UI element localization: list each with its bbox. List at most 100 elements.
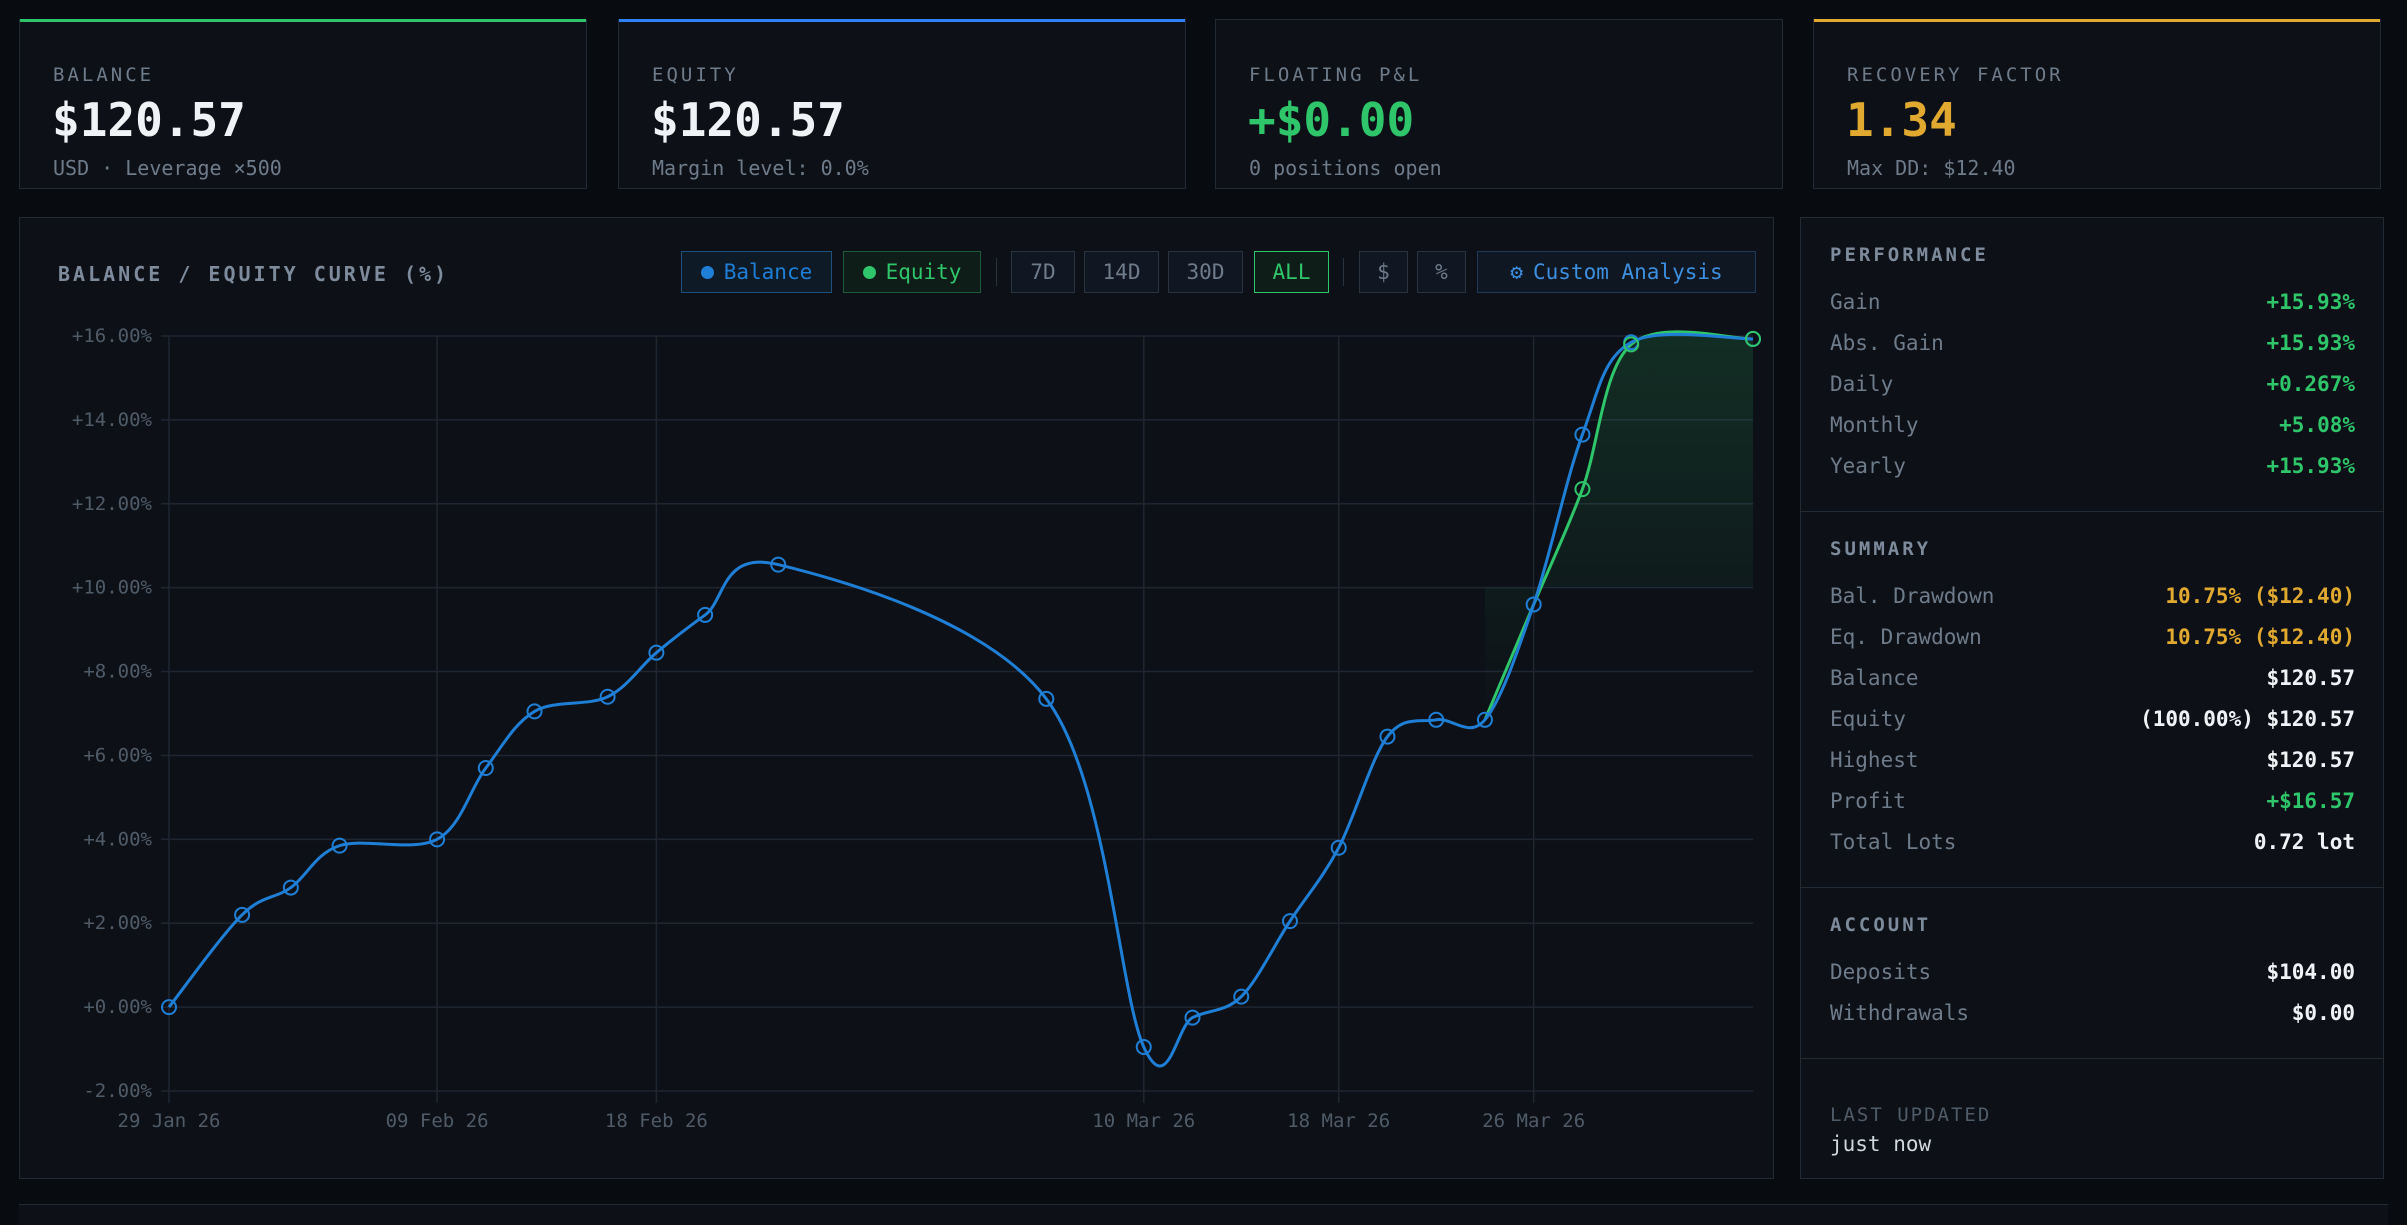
card-subtext: Margin level: 0.0% <box>652 156 869 180</box>
performance-heading: PERFORMANCE <box>1830 244 1989 266</box>
y-tick-label: +0.00% <box>83 996 152 1018</box>
stat-value: +15.93% <box>2266 331 2355 355</box>
stat-label: Monthly <box>1830 413 1919 437</box>
last-updated-label: LAST UPDATED <box>1830 1104 1992 1126</box>
stat-value: +$16.57 <box>2266 789 2355 813</box>
toolbar-divider <box>1343 258 1344 286</box>
card-label: RECOVERY FACTOR <box>1847 64 2064 86</box>
stat-row: Balance $120.57 <box>1830 666 2355 696</box>
card-value: 1.34 <box>1846 93 1957 147</box>
card-value: $120.57 <box>52 93 246 147</box>
stat-label: Balance <box>1830 666 1919 690</box>
stat-value: +15.93% <box>2266 290 2355 314</box>
balance-dot-icon <box>700 265 714 279</box>
x-tick-label: 18 Feb 26 <box>605 1110 708 1132</box>
equity-curve-panel: +16.00% +14.00% +12.00% +10.00% +8.00% +6.00%… <box>19 217 1774 1179</box>
stat-row: Daily +0.267% <box>1830 372 2355 402</box>
card-subtext: 0 positions open <box>1249 156 1442 180</box>
stat-value: 0.72 lot <box>2253 830 2355 854</box>
card-subtext: USD · Leverage ×500 <box>53 156 282 180</box>
stat-label: Yearly <box>1830 454 1906 478</box>
equity-curve-chart: +16.00% +14.00% +12.00% +10.00% +8.00% +6.00%… <box>72 325 1761 1132</box>
section-divider <box>1801 887 2383 888</box>
section-divider <box>1801 1058 2383 1059</box>
stat-label: Daily <box>1830 372 1894 396</box>
card-subtext: Max DD: $12.40 <box>1847 156 2016 180</box>
stat-label: Highest <box>1830 748 1919 772</box>
balance-legend-label: Balance <box>723 260 813 284</box>
equity-dot-icon <box>862 265 876 279</box>
range-30d-button[interactable]: 30D <box>1168 251 1243 293</box>
x-tick-label: 26 Mar 26 <box>1482 1110 1585 1132</box>
floating-pl-card: FLOATING P&L +$0.00 0 positions open <box>1215 19 1783 189</box>
equity-card: EQUITY $120.57 Margin level: 0.0% <box>618 19 1186 189</box>
custom-analysis-button[interactable]: ⚙ Custom Analysis <box>1477 251 1756 293</box>
stat-label: Eq. Drawdown <box>1830 625 1982 649</box>
stat-row: Gain +15.93% <box>1830 290 2355 320</box>
toolbar-divider <box>996 258 997 286</box>
custom-analysis-label: Custom Analysis <box>1533 260 1723 284</box>
card-value: +$0.00 <box>1248 93 1415 147</box>
stat-value: 10.75% ($12.40) <box>2165 584 2355 608</box>
stat-row: Withdrawals $0.00 <box>1830 1001 2355 1031</box>
stat-value: (100.00%) $120.57 <box>2140 707 2355 731</box>
stat-row: Highest $120.57 <box>1830 748 2355 778</box>
recovery-factor-card: RECOVERY FACTOR 1.34 Max DD: $12.40 <box>1813 19 2381 189</box>
stat-label: Equity <box>1830 707 1906 731</box>
card-accent-line <box>619 19 1185 22</box>
y-tick-label: +6.00% <box>83 744 152 766</box>
range-all-button[interactable]: ALL <box>1254 251 1329 293</box>
balance-card: BALANCE $120.57 USD · Leverage ×500 <box>19 19 587 189</box>
stat-value: $104.00 <box>2266 960 2355 984</box>
stat-label: Abs. Gain <box>1830 331 1944 355</box>
y-tick-label: +2.00% <box>83 912 152 934</box>
stat-row: Equity (100.00%) $120.57 <box>1830 707 2355 737</box>
balance-legend-toggle[interactable]: Balance <box>681 251 832 293</box>
y-tick-label: +12.00% <box>72 493 153 515</box>
stat-label: Bal. Drawdown <box>1830 584 1995 608</box>
stat-label: Deposits <box>1830 960 1932 984</box>
range-7d-button[interactable]: 7D <box>1011 251 1075 293</box>
last-updated-value: just now <box>1830 1132 1932 1156</box>
card-label: FLOATING P&L <box>1249 64 1423 86</box>
card-label: EQUITY <box>652 64 739 86</box>
equity-legend-toggle[interactable]: Equity <box>843 251 981 293</box>
balance-series-line <box>167 332 1754 1068</box>
unit-dollar-button[interactable]: $ <box>1359 251 1408 293</box>
account-heading: ACCOUNT <box>1830 914 1932 936</box>
stat-row: Total Lots 0.72 lot <box>1830 830 2355 860</box>
stat-row: Abs. Gain +15.93% <box>1830 331 2355 361</box>
stat-row: Monthly +5.08% <box>1830 413 2355 443</box>
stat-row: Profit +$16.57 <box>1830 789 2355 819</box>
stat-label: Withdrawals <box>1830 1001 1970 1025</box>
stat-row: Eq. Drawdown 10.75% ($12.40) <box>1830 625 2355 655</box>
card-value: $120.57 <box>651 93 845 147</box>
equity-area-fill <box>1484 331 1753 720</box>
y-tick-label: +14.00% <box>72 409 153 431</box>
x-tick-label: 10 Mar 26 <box>1092 1110 1195 1132</box>
stat-value: $0.00 <box>2291 1001 2355 1025</box>
stat-label: Gain <box>1830 290 1881 314</box>
summary-heading: SUMMARY <box>1830 538 1932 560</box>
card-accent-line <box>20 19 586 22</box>
x-tick-label: 09 Feb 26 <box>386 1110 489 1132</box>
stat-row: Yearly +15.93% <box>1830 454 2355 484</box>
gear-icon: ⚙ <box>1510 260 1523 284</box>
stat-row: Deposits $104.00 <box>1830 960 2355 990</box>
stat-value: +5.08% <box>2279 413 2355 437</box>
bottom-panel-edge <box>19 1204 2388 1225</box>
stat-value: $120.57 <box>2266 748 2355 772</box>
x-tick-label: 18 Mar 26 <box>1287 1110 1390 1132</box>
stat-value: $120.57 <box>2266 666 2355 690</box>
card-label: BALANCE <box>53 64 155 86</box>
unit-percent-button[interactable]: % <box>1417 251 1466 293</box>
equity-legend-label: Equity <box>885 260 962 284</box>
section-divider <box>1801 511 2383 512</box>
stat-value: +15.93% <box>2266 454 2355 478</box>
chart-title: BALANCE / EQUITY CURVE (%) <box>58 262 450 286</box>
stat-row: Bal. Drawdown 10.75% ($12.40) <box>1830 584 2355 614</box>
y-tick-label: +8.00% <box>83 661 152 683</box>
y-tick-label: +10.00% <box>72 577 153 599</box>
range-14d-button[interactable]: 14D <box>1084 251 1159 293</box>
stat-value: +0.267% <box>2266 372 2355 396</box>
